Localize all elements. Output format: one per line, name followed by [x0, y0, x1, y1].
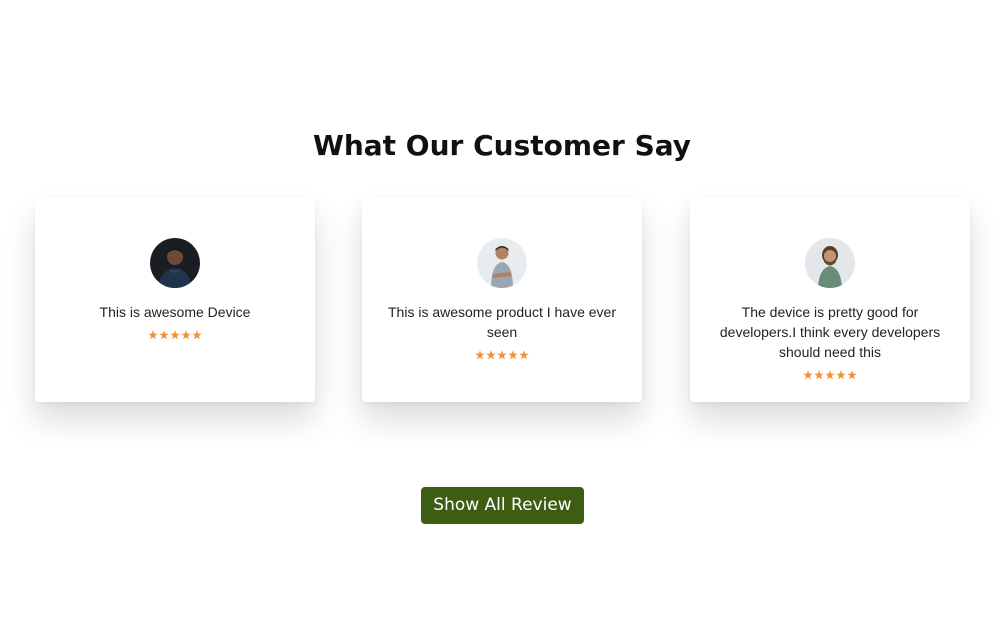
star-icon	[847, 370, 857, 380]
avatar-icon	[477, 238, 527, 288]
show-all-review-button[interactable]: Show All Review	[421, 487, 584, 524]
star-icon	[170, 330, 180, 340]
review-card: The device is pretty good for developers…	[690, 198, 970, 402]
review-card: This is awesome Device	[35, 198, 315, 402]
review-text: This is awesome Device	[99, 304, 251, 320]
avatar-icon	[150, 238, 200, 288]
review-text: This is awesome product I have ever seen	[388, 304, 616, 340]
review-text: The device is pretty good for developers…	[719, 304, 941, 360]
star-icon	[159, 330, 169, 340]
star-icon	[814, 370, 824, 380]
star-rating	[690, 370, 970, 380]
star-icon	[836, 370, 846, 380]
star-icon	[497, 350, 507, 360]
star-icon	[825, 370, 835, 380]
testimonials-section: What Our Customer Say This is awesome De…	[0, 0, 1004, 624]
star-rating	[35, 330, 315, 340]
review-card: This is awesome product I have ever seen	[362, 198, 642, 402]
star-icon	[181, 330, 191, 340]
star-icon	[192, 330, 202, 340]
avatar-icon	[805, 238, 855, 288]
star-icon	[519, 350, 529, 360]
star-icon	[148, 330, 158, 340]
star-icon	[803, 370, 813, 380]
section-title: What Our Customer Say	[312, 129, 692, 162]
star-icon	[475, 350, 485, 360]
star-rating	[362, 350, 642, 360]
star-icon	[508, 350, 518, 360]
star-icon	[486, 350, 496, 360]
